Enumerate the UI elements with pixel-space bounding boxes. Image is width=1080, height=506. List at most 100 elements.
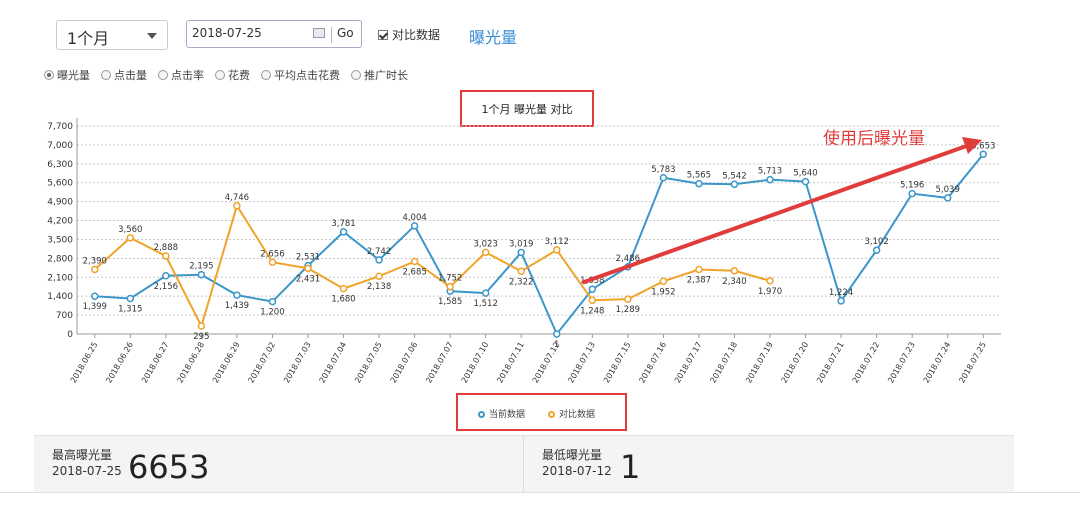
x-tick-label: 2018.07.25	[957, 340, 988, 384]
data-label: 1,970	[758, 287, 782, 297]
x-tick-label: 2018.07.22	[851, 341, 882, 385]
data-point	[126, 234, 135, 242]
annotation-arrow-shaft	[581, 142, 973, 285]
x-tick-label: 2018.07.06	[389, 341, 420, 385]
y-tick-label: 4,900	[47, 198, 73, 208]
data-label: 3,102	[864, 237, 888, 247]
data-point	[162, 252, 170, 260]
y-tick-label: 6,300	[47, 160, 73, 170]
data-point	[410, 257, 419, 266]
data-label: 2,742	[367, 247, 391, 257]
min-stat-date: 2018-07-12	[542, 464, 612, 478]
data-label: 1,952	[651, 287, 675, 297]
data-point	[588, 285, 597, 293]
x-tick-label: 2018.06.27	[140, 341, 171, 385]
data-label: 3,781	[331, 219, 355, 229]
data-point	[375, 256, 383, 264]
legend-label-current: 当前数据	[489, 410, 526, 420]
min-stat-value: 1	[620, 448, 641, 486]
data-point	[659, 174, 668, 182]
data-point	[339, 228, 348, 236]
x-tick-label: 2018.06.29	[211, 341, 242, 385]
max-stat: 最高曝光量 2018-07-25 6653	[52, 446, 209, 486]
data-label: 1,289	[616, 305, 640, 315]
data-label: 1,224	[829, 288, 853, 298]
x-tick-label: 2018.07.02	[246, 341, 277, 385]
x-tick-label: 2018.07.11	[495, 341, 526, 385]
data-point	[268, 258, 277, 267]
data-point	[801, 177, 810, 186]
max-stat-label: 最高曝光量	[52, 448, 113, 462]
data-label: 5,565	[687, 171, 711, 181]
data-point	[517, 267, 525, 276]
x-tick-label: 2018.07.17	[673, 341, 704, 385]
data-point	[410, 222, 419, 230]
data-label: 5,783	[651, 165, 675, 175]
legend-label-compare: 对比数据	[559, 410, 596, 420]
data-point	[268, 297, 277, 306]
data-label: 1	[554, 340, 559, 350]
data-point	[197, 270, 206, 279]
data-label: 1,399	[83, 302, 107, 312]
data-point	[730, 267, 739, 275]
x-tick-label: 2018.07.04	[318, 341, 349, 385]
data-point	[908, 189, 916, 198]
data-label: 2,340	[722, 277, 746, 287]
data-label: 3,019	[509, 239, 533, 249]
data-label: 1,315	[118, 304, 142, 314]
data-label: 5,196	[900, 181, 924, 191]
data-point	[730, 180, 739, 189]
x-tick-label: 2018.07.24	[922, 341, 953, 385]
circle-marker-icon	[548, 411, 555, 418]
data-point	[233, 202, 241, 210]
y-tick-label: 7,000	[47, 141, 73, 151]
y-tick-label: 4,200	[47, 217, 73, 227]
data-point	[126, 294, 135, 303]
data-point	[517, 248, 525, 257]
data-point	[872, 246, 881, 254]
data-label: 3,023	[474, 239, 498, 249]
data-point	[481, 248, 490, 257]
max-stat-value: 6653	[128, 448, 210, 486]
x-tick-label: 2018.07.15	[602, 341, 633, 385]
min-stat: 最低曝光量 2018-07-12 1	[542, 446, 640, 486]
y-tick-label: 2,800	[47, 254, 73, 264]
y-tick-label: 7,700	[47, 122, 73, 132]
data-point	[197, 322, 206, 330]
y-tick-label: 0	[67, 330, 73, 340]
data-point	[233, 291, 241, 299]
data-point	[446, 282, 454, 291]
data-point	[695, 179, 703, 188]
x-tick-label: 2018.07.13	[566, 341, 597, 385]
data-label: 1,752	[438, 274, 462, 284]
data-point	[695, 265, 703, 274]
data-point	[91, 265, 99, 274]
x-tick-label: 2018.07.21	[815, 341, 846, 385]
data-point	[624, 295, 632, 303]
data-point	[588, 296, 597, 305]
data-label: 5,542	[722, 171, 746, 181]
legend-item-current[interactable]: 当前数据	[478, 407, 525, 420]
x-tick-label: 2018.07.18	[708, 341, 739, 385]
line-chart: 0 700 1,400 2,100 2,800 3,500 4,200 4,900 5,600 6…	[47, 118, 1001, 385]
data-point	[553, 330, 561, 338]
stats-panel: 最高曝光量 2018-07-25 6653 最低曝光量 2018-07-12 1	[34, 435, 1014, 492]
data-point	[91, 292, 99, 300]
data-label: 2,138	[367, 282, 391, 292]
x-tick-label: 2018.07.23	[886, 341, 917, 385]
data-label: 2,531	[296, 253, 320, 263]
data-label: 5,039	[936, 185, 960, 195]
x-tick-label: 2018.07.20	[780, 341, 811, 385]
data-label: 4,004	[402, 213, 426, 223]
data-point	[375, 272, 383, 280]
data-point	[553, 246, 561, 254]
data-label: 1,200	[260, 308, 284, 318]
legend-item-compare[interactable]: 对比数据	[548, 407, 595, 420]
data-label: 4,746	[225, 193, 249, 203]
data-label: 1,248	[580, 306, 604, 316]
data-label: 5,640	[793, 169, 817, 179]
data-label: 5,713	[758, 167, 782, 177]
data-point	[659, 277, 668, 286]
data-label: 2,195	[189, 262, 213, 272]
data-point	[837, 297, 845, 305]
